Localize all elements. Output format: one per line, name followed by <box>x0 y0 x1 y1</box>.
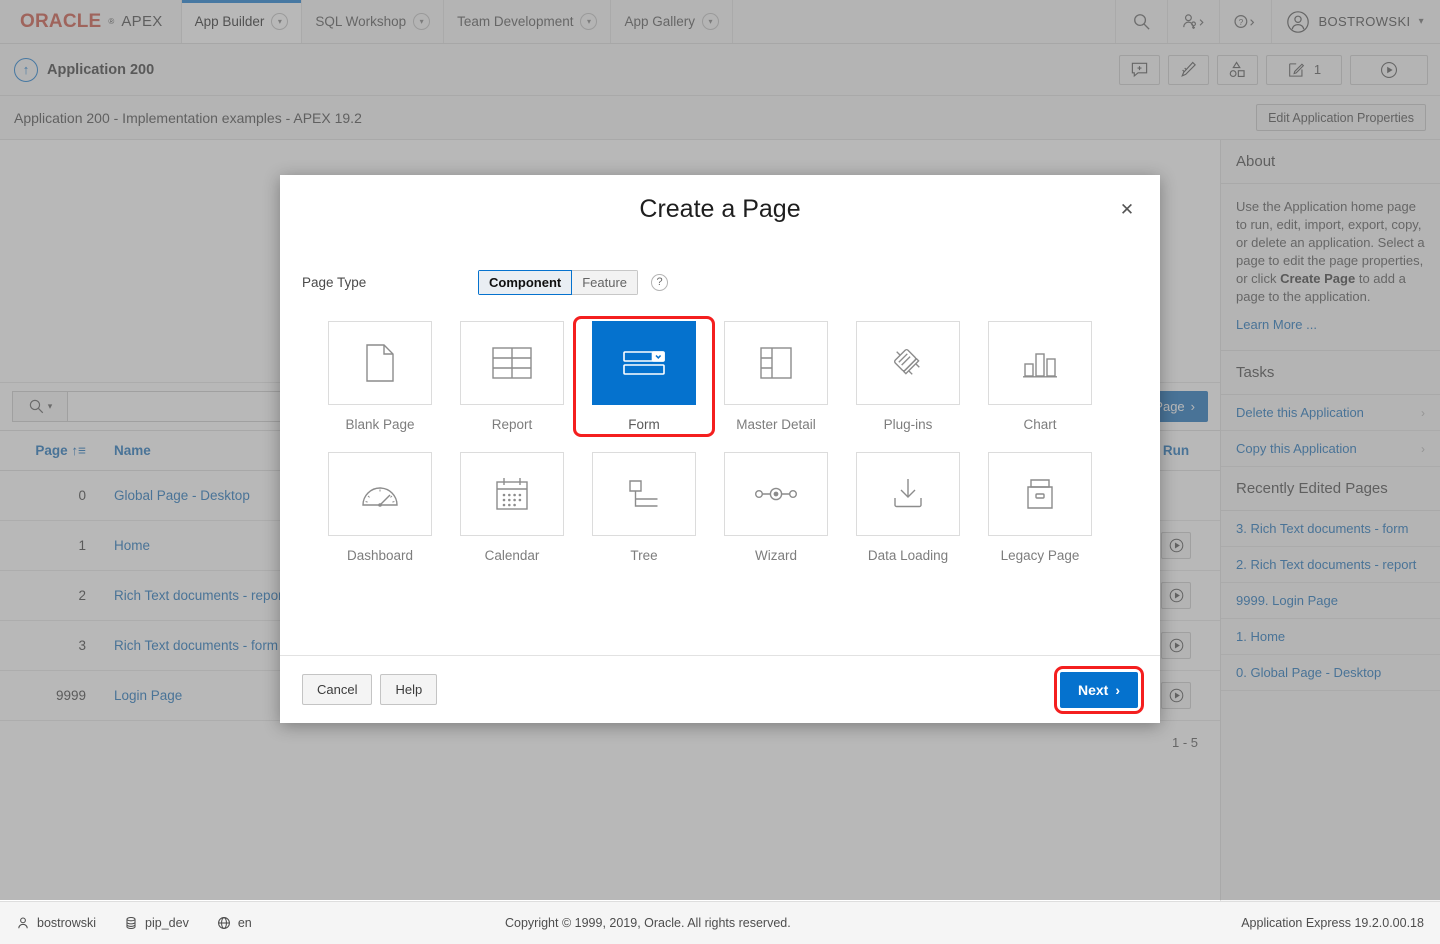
page-type-row: Page Type Component Feature ? <box>302 265 1138 299</box>
footer-user[interactable]: bostrowski <box>16 916 96 930</box>
cancel-button[interactable]: Cancel <box>302 674 372 705</box>
tile-label: Form <box>578 417 710 432</box>
dialog-title: Create a Page <box>639 195 800 224</box>
footer-user-label: bostrowski <box>37 916 96 930</box>
page-type-toggle: Component Feature <box>478 270 638 295</box>
tile-label: Plug-ins <box>842 417 974 432</box>
download-tray-icon <box>856 452 960 536</box>
tile-label: Tree <box>578 548 710 563</box>
next-button-highlight: Next › <box>1060 672 1138 708</box>
tile-form[interactable]: Form <box>578 321 710 432</box>
tile-legacy-page[interactable]: Legacy Page <box>974 452 1106 563</box>
page-type-tile-grid: Blank Page Report <box>302 321 1138 563</box>
page-type-label: Page Type <box>302 275 478 290</box>
tree-icon <box>592 452 696 536</box>
footer-version: Application Express 19.2.0.00.18 <box>1241 916 1424 930</box>
document-icon <box>328 321 432 405</box>
tile-report[interactable]: Report <box>446 321 578 432</box>
tile-data-loading[interactable]: Data Loading <box>842 452 974 563</box>
tile-calendar[interactable]: Calendar <box>446 452 578 563</box>
gauge-icon <box>328 452 432 536</box>
bar-chart-icon <box>988 321 1092 405</box>
tile-plug-ins[interactable]: Plug-ins <box>842 321 974 432</box>
plug-icon <box>856 321 960 405</box>
create-page-dialog: Create a Page ✕ Page Type Component Feat… <box>280 175 1160 723</box>
dialog-body: Page Type Component Feature ? Blank Page <box>280 243 1160 655</box>
tile-tree[interactable]: Tree <box>578 452 710 563</box>
tile-label: Calendar <box>446 548 578 563</box>
footer-schema-label: pip_dev <box>145 916 189 930</box>
next-button[interactable]: Next › <box>1060 672 1138 708</box>
tile-label: Dashboard <box>314 548 446 563</box>
question-circle-icon[interactable]: ? <box>651 274 668 291</box>
form-fields-icon <box>592 321 696 405</box>
next-label: Next <box>1078 682 1108 698</box>
globe-icon <box>217 916 231 930</box>
user-icon <box>16 916 30 930</box>
tile-label: Legacy Page <box>974 548 1106 563</box>
tile-dashboard[interactable]: Dashboard <box>314 452 446 563</box>
database-icon <box>124 916 138 930</box>
tile-master-detail[interactable]: Master Detail <box>710 321 842 432</box>
segment-component[interactable]: Component <box>478 270 572 295</box>
grid-table-icon <box>460 321 564 405</box>
dialog-header: Create a Page ✕ <box>280 175 1160 243</box>
segment-feature[interactable]: Feature <box>572 270 638 295</box>
dialog-footer: Cancel Help Next › <box>280 655 1160 723</box>
tile-label: Master Detail <box>710 417 842 432</box>
footer-language[interactable]: en <box>217 916 252 930</box>
footer-copyright: Copyright © 1999, 2019, Oracle. All righ… <box>505 916 791 930</box>
close-icon[interactable]: ✕ <box>1114 197 1140 223</box>
tile-chart[interactable]: Chart <box>974 321 1106 432</box>
wizard-steps-icon <box>724 452 828 536</box>
tile-label: Data Loading <box>842 548 974 563</box>
tile-wizard[interactable]: Wizard <box>710 452 842 563</box>
tile-blank-page[interactable]: Blank Page <box>314 321 446 432</box>
archive-box-icon <box>988 452 1092 536</box>
footer-language-label: en <box>238 916 252 930</box>
page-footer: bostrowski pip_dev en Copyright © 1999, … <box>0 901 1440 944</box>
chevron-right-icon: › <box>1115 682 1120 698</box>
calendar-icon <box>460 452 564 536</box>
footer-schema[interactable]: pip_dev <box>124 916 189 930</box>
master-detail-icon <box>724 321 828 405</box>
tile-label: Chart <box>974 417 1106 432</box>
help-button[interactable]: Help <box>380 674 437 705</box>
tile-label: Blank Page <box>314 417 446 432</box>
tile-label: Wizard <box>710 548 842 563</box>
tile-label: Report <box>446 417 578 432</box>
